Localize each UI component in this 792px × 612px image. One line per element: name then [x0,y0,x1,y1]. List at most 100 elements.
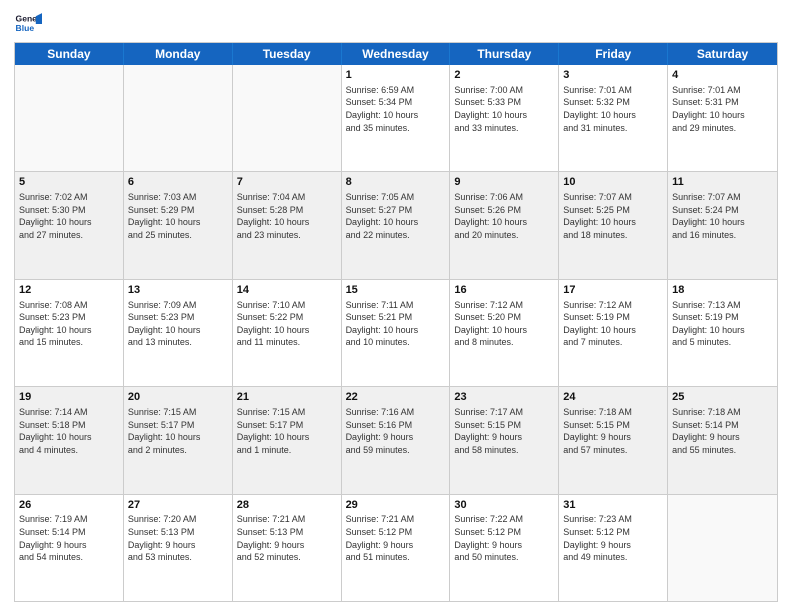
day-cell [124,65,233,171]
day-cell: 23Sunrise: 7:17 AMSunset: 5:15 PMDayligh… [450,387,559,493]
day-cell: 1Sunrise: 6:59 AMSunset: 5:34 PMDaylight… [342,65,451,171]
cell-line: Daylight: 10 hours [128,431,228,444]
day-number: 18 [672,283,773,298]
cell-line: Daylight: 10 hours [454,109,554,122]
day-header-wednesday: Wednesday [342,43,451,65]
cell-line: and 55 minutes. [672,444,773,457]
cell-line: Sunset: 5:34 PM [346,96,446,109]
week-row-1: 5Sunrise: 7:02 AMSunset: 5:30 PMDaylight… [15,172,777,279]
cell-line: Sunset: 5:18 PM [19,419,119,432]
cell-line: Sunrise: 7:11 AM [346,299,446,312]
cell-line: Daylight: 10 hours [19,324,119,337]
cell-line: Sunrise: 7:22 AM [454,513,554,526]
day-cell: 21Sunrise: 7:15 AMSunset: 5:17 PMDayligh… [233,387,342,493]
day-number: 1 [346,68,446,83]
cell-line: Sunset: 5:21 PM [346,311,446,324]
day-number: 12 [19,283,119,298]
cell-line: Daylight: 9 hours [237,539,337,552]
cell-line: Sunset: 5:33 PM [454,96,554,109]
cell-line: and 13 minutes. [128,336,228,349]
day-cell: 22Sunrise: 7:16 AMSunset: 5:16 PMDayligh… [342,387,451,493]
cell-line: Sunset: 5:17 PM [237,419,337,432]
day-number: 5 [19,175,119,190]
day-number: 3 [563,68,663,83]
cell-line: Sunrise: 7:18 AM [672,406,773,419]
cell-line: Sunset: 5:20 PM [454,311,554,324]
cell-line: Sunset: 5:32 PM [563,96,663,109]
day-header-monday: Monday [124,43,233,65]
cell-line: Sunset: 5:22 PM [237,311,337,324]
cell-line: Daylight: 10 hours [672,324,773,337]
day-cell: 10Sunrise: 7:07 AMSunset: 5:25 PMDayligh… [559,172,668,278]
cell-line: Sunset: 5:31 PM [672,96,773,109]
day-number: 26 [19,498,119,513]
cell-line: Daylight: 10 hours [128,324,228,337]
cell-line: and 31 minutes. [563,122,663,135]
logo: General Blue [14,10,42,38]
cell-line: Daylight: 10 hours [454,216,554,229]
cell-line: and 11 minutes. [237,336,337,349]
cell-line: Sunrise: 7:09 AM [128,299,228,312]
cell-line: and 49 minutes. [563,551,663,564]
cell-line: Daylight: 10 hours [672,216,773,229]
cell-line: and 1 minute. [237,444,337,457]
cell-line: and 2 minutes. [128,444,228,457]
day-cell: 15Sunrise: 7:11 AMSunset: 5:21 PMDayligh… [342,280,451,386]
cell-line: and 57 minutes. [563,444,663,457]
cell-line: Daylight: 10 hours [672,109,773,122]
cell-line: Sunset: 5:27 PM [346,204,446,217]
cell-line: and 18 minutes. [563,229,663,242]
cell-line: Sunset: 5:13 PM [237,526,337,539]
day-header-thursday: Thursday [450,43,559,65]
cell-line: and 16 minutes. [672,229,773,242]
cell-line: and 22 minutes. [346,229,446,242]
cell-line: Sunrise: 7:18 AM [563,406,663,419]
cell-line: Sunset: 5:25 PM [563,204,663,217]
day-cell: 16Sunrise: 7:12 AMSunset: 5:20 PMDayligh… [450,280,559,386]
day-cell: 3Sunrise: 7:01 AMSunset: 5:32 PMDaylight… [559,65,668,171]
cell-line: Sunset: 5:29 PM [128,204,228,217]
cell-line: Sunset: 5:12 PM [346,526,446,539]
svg-text:Blue: Blue [16,23,35,33]
day-header-sunday: Sunday [15,43,124,65]
cell-line: and 25 minutes. [128,229,228,242]
cell-line: Sunset: 5:23 PM [19,311,119,324]
cell-line: and 58 minutes. [454,444,554,457]
cell-line: Daylight: 9 hours [454,539,554,552]
cell-line: Sunrise: 7:15 AM [128,406,228,419]
cell-line: Sunset: 5:14 PM [19,526,119,539]
cell-line: Sunset: 5:17 PM [128,419,228,432]
day-number: 16 [454,283,554,298]
cell-line: and 5 minutes. [672,336,773,349]
cell-line: Sunrise: 6:59 AM [346,84,446,97]
cell-line: Sunrise: 7:10 AM [237,299,337,312]
cell-line: and 53 minutes. [128,551,228,564]
day-cell: 2Sunrise: 7:00 AMSunset: 5:33 PMDaylight… [450,65,559,171]
cell-line: Sunrise: 7:12 AM [454,299,554,312]
day-number: 13 [128,283,228,298]
cell-line: Sunrise: 7:04 AM [237,191,337,204]
cell-line: and 50 minutes. [454,551,554,564]
cell-line: Sunrise: 7:00 AM [454,84,554,97]
cell-line: Sunset: 5:16 PM [346,419,446,432]
day-number: 31 [563,498,663,513]
cell-line: Sunrise: 7:08 AM [19,299,119,312]
cell-line: Daylight: 10 hours [563,109,663,122]
cell-line: and 4 minutes. [19,444,119,457]
cell-line: Daylight: 10 hours [563,324,663,337]
cell-line: Daylight: 10 hours [346,324,446,337]
cell-line: Sunrise: 7:06 AM [454,191,554,204]
cell-line: and 15 minutes. [19,336,119,349]
cell-line: Sunset: 5:19 PM [563,311,663,324]
day-cell: 9Sunrise: 7:06 AMSunset: 5:26 PMDaylight… [450,172,559,278]
cell-line: Sunset: 5:15 PM [563,419,663,432]
cell-line: Daylight: 9 hours [563,431,663,444]
day-headers: SundayMondayTuesdayWednesdayThursdayFrid… [15,43,777,65]
cell-line: Sunset: 5:12 PM [563,526,663,539]
cell-line: Sunset: 5:13 PM [128,526,228,539]
week-row-3: 19Sunrise: 7:14 AMSunset: 5:18 PMDayligh… [15,387,777,494]
day-cell: 20Sunrise: 7:15 AMSunset: 5:17 PMDayligh… [124,387,233,493]
cell-line: Daylight: 9 hours [128,539,228,552]
cell-line: Sunrise: 7:03 AM [128,191,228,204]
day-number: 14 [237,283,337,298]
